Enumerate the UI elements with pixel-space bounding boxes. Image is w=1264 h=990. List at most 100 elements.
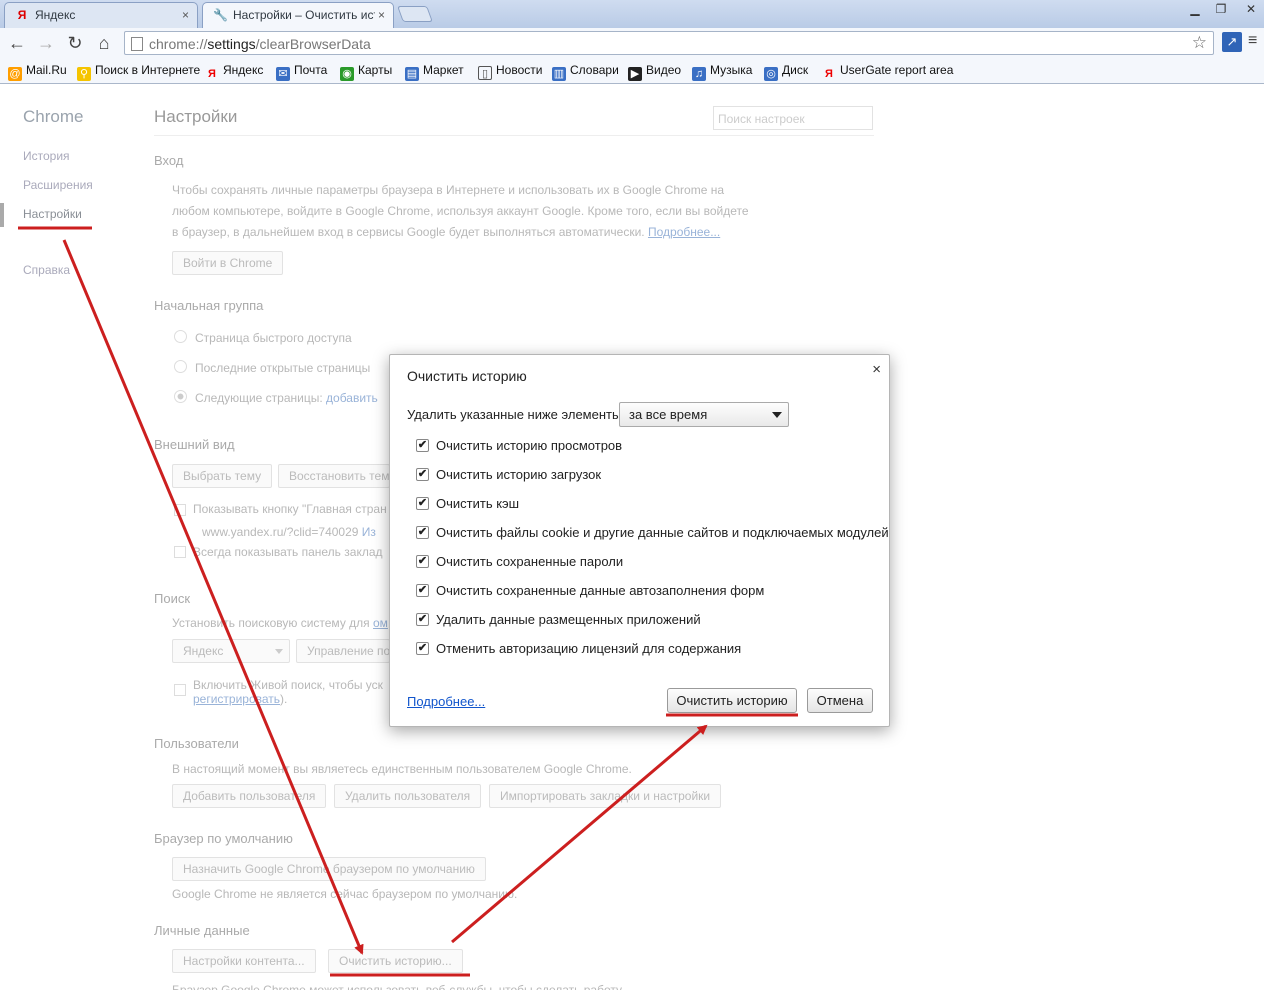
add-user-button[interactable]: Добавить пользователя [172, 784, 327, 808]
startup-add-link[interactable]: добавить [326, 391, 378, 405]
address-url: chrome://settings/clearBrowserData [149, 36, 371, 52]
bookmark-market[interactable]: ▤ Маркет [405, 63, 464, 81]
checkbox-passwords[interactable]: ✔ [416, 555, 429, 568]
home-button-label: Показывать кнопку "Главная стран [193, 502, 387, 516]
tab-close-icon[interactable]: × [374, 3, 385, 27]
time-range-label: Удалить указанные ниже элементы: [407, 407, 625, 422]
dialog-more-link[interactable]: Подробнее... [407, 694, 485, 709]
time-range-select[interactable]: за все время [619, 402, 789, 427]
sidebar-item-history[interactable]: История [23, 149, 70, 163]
sidebar-selection-marker [0, 203, 4, 227]
startup-option-1: Страница быстрого доступа [195, 331, 352, 345]
signin-text-1: Чтобы сохранять личные параметры браузер… [172, 183, 724, 197]
yandex-icon: Я [208, 68, 216, 80]
checkbox-autofill[interactable]: ✔ [416, 584, 429, 597]
toolbar: ← → ↻ ⌂ chrome://settings/clearBrowserDa… [0, 28, 1264, 58]
choose-theme-button[interactable]: Выбрать тему [172, 464, 273, 488]
checkbox-label: Очистить сохраненные данные автозаполнен… [436, 583, 765, 598]
settings-search-input[interactable]: Поиск настроек [713, 106, 873, 130]
back-arrow-icon[interactable]: ← [6, 33, 28, 53]
bookmark-disk[interactable]: ◎ Диск [764, 63, 808, 81]
chevron-down-icon [772, 412, 782, 418]
reset-theme-button[interactable]: Восстановить тем [278, 464, 390, 488]
dialog-title: Очистить историю [407, 368, 527, 384]
section-users-heading: Пользователи [154, 736, 239, 751]
close-window-button[interactable]: ✕ [1240, 1, 1262, 17]
checkbox-label: Очистить историю просмотров [436, 438, 623, 453]
yandex-favicon-icon: Я [17, 8, 27, 22]
home-button-checkbox[interactable] [174, 504, 186, 516]
minimize-button[interactable]: ▁ [1184, 1, 1206, 17]
title-bar: Я Яндекс × 🔧 Настройки – Очистить ист × … [0, 0, 1264, 28]
tab-label: Яндекс [35, 8, 76, 22]
bookmark-music[interactable]: ♫ Музыка [692, 63, 752, 81]
section-search-heading: Поиск [154, 591, 191, 606]
mail-icon: ✉ [276, 67, 290, 81]
yandex-icon: Я [825, 68, 833, 80]
close-icon[interactable]: × [872, 361, 881, 378]
bookmark-usergate[interactable]: Я UserGate report area [822, 63, 953, 81]
checkbox-label: Очистить файлы cookie и другие данные са… [436, 525, 889, 540]
section-default-browser-heading: Браузер по умолчанию [154, 831, 293, 846]
startup-radio-3[interactable] [174, 390, 187, 403]
signin-button[interactable]: Войти в Chrome [172, 251, 284, 275]
tab-close-icon[interactable]: × [182, 3, 189, 27]
clear-history-open-button[interactable]: Очистить историю... [328, 949, 463, 973]
checkbox-label: Удалить данные размещенных приложений [436, 612, 701, 627]
cancel-button[interactable]: Отмена [807, 688, 873, 713]
restore-button[interactable]: ❐ [1210, 1, 1232, 17]
bookmark-video[interactable]: ▶ Видео [628, 63, 681, 81]
content-settings-button[interactable]: Настройки контента... [172, 949, 316, 973]
sidebar-item-help[interactable]: Справка [23, 263, 70, 277]
startup-option-2: Последние открытые страницы [195, 361, 371, 375]
home-url: www.yandex.ru/?clid=740029 Из [202, 525, 376, 539]
checkbox-browsing-history[interactable]: ✔ [416, 439, 429, 452]
instant-link[interactable]: регистрировать [193, 692, 280, 706]
bookmark-dictionary[interactable]: ▥ Словари [552, 63, 619, 81]
bookmark-star-icon[interactable]: ☆ [1192, 33, 1207, 53]
omnibox-link[interactable]: ом [373, 616, 388, 630]
bookmark-maps[interactable]: ◉ Карты [340, 63, 392, 81]
delete-user-button[interactable]: Удалить пользователя [334, 784, 482, 808]
page-title: Настройки [154, 107, 238, 126]
new-tab-button[interactable] [397, 6, 433, 22]
signin-more-link[interactable]: Подробнее... [648, 225, 720, 239]
bookmark-mailru[interactable]: @ Mail.Ru [8, 63, 67, 81]
reload-icon[interactable]: ↻ [64, 33, 86, 53]
home-icon[interactable]: ⌂ [93, 33, 115, 53]
clear-history-button[interactable]: Очистить историю [667, 688, 797, 713]
wrench-menu-icon[interactable]: ≡ [1248, 32, 1257, 50]
bookmark-news[interactable]: ▯ Новости [478, 63, 542, 80]
manage-search-button[interactable]: Управление по [296, 639, 390, 663]
startup-radio-1[interactable] [174, 330, 187, 343]
checkbox-hosted-apps[interactable]: ✔ [416, 613, 429, 626]
checkbox-download-history[interactable]: ✔ [416, 468, 429, 481]
startup-radio-2[interactable] [174, 360, 187, 373]
sidebar-item-extensions[interactable]: Расширения [23, 178, 93, 192]
bookmarks-bar: @ Mail.Ru ⚲ Поиск в Интернете Я Яндекс ✉ Поч… [0, 58, 1264, 84]
checkbox-cookies[interactable]: ✔ [416, 526, 429, 539]
bookmark-yandex[interactable]: Я Яндекс [205, 63, 263, 81]
make-default-button[interactable]: Назначить Google Chrome браузером по умо… [172, 857, 486, 881]
search-icon: ⚲ [77, 67, 91, 81]
divider [154, 135, 874, 136]
privacy-text: Браузер Google Chrome может использовать… [172, 983, 623, 990]
instant-checkbox[interactable] [174, 684, 186, 696]
bookmarks-bar-checkbox[interactable] [174, 546, 186, 558]
tab-settings[interactable]: 🔧 Настройки – Очистить ист × [202, 2, 394, 28]
checkbox-licenses[interactable]: ✔ [416, 642, 429, 655]
bookmark-search[interactable]: ⚲ Поиск в Интернете [77, 63, 200, 81]
home-change-link[interactable]: Из [362, 525, 376, 539]
checkbox-cache[interactable]: ✔ [416, 497, 429, 510]
clear-history-dialog: Очистить историю × Удалить указанные ниж… [389, 354, 890, 727]
address-bar[interactable]: chrome://settings/clearBrowserData ☆ [124, 31, 1214, 55]
extension-icon[interactable]: ↗ [1222, 32, 1242, 52]
startup-option-3: Следующие страницы: добавить [195, 391, 378, 405]
tab-yandex[interactable]: Я Яндекс × [4, 2, 198, 28]
search-engine-select[interactable]: Яндекс [172, 639, 290, 663]
bookmark-mail[interactable]: ✉ Почта [276, 63, 327, 81]
forward-arrow-icon[interactable]: → [35, 33, 57, 53]
dictionary-icon: ▥ [552, 67, 566, 81]
sidebar-item-settings[interactable]: Настройки [23, 207, 82, 221]
import-bookmarks-button[interactable]: Импортировать закладки и настройки [489, 784, 722, 808]
